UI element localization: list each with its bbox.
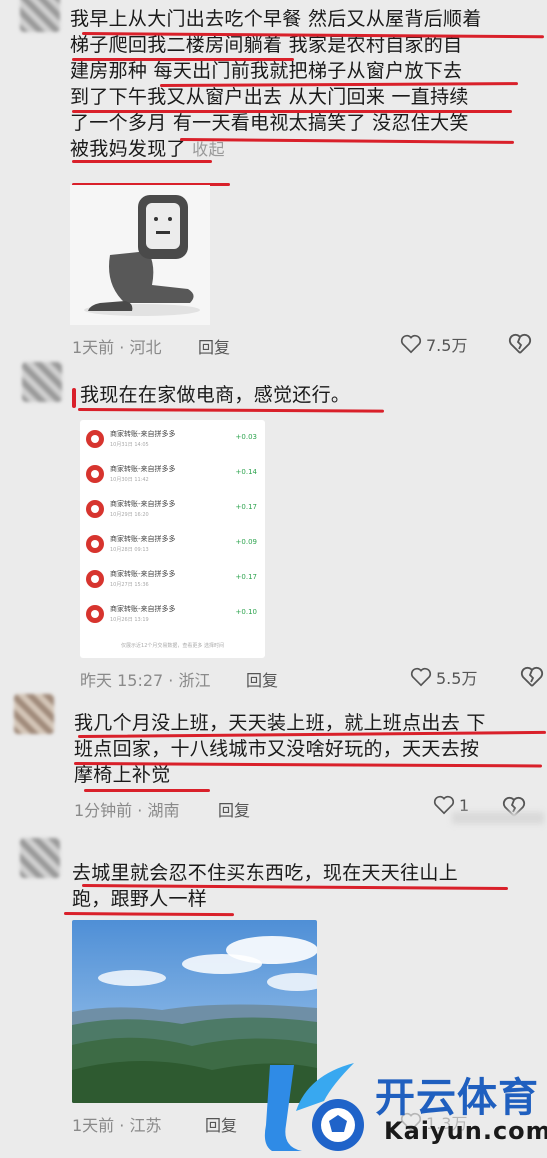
order-date: 10月26日 13:19 — [110, 617, 149, 623]
order-list-footer: 仅展示近12个月交易数据，查看更多 选择时间 — [121, 643, 224, 649]
comment-time: 昨天 15:27 — [80, 671, 164, 690]
order-list-screenshot[interactable]: 商家转账-来自拼多多 10月31日 14:05 +0.03 商家转账-来自拼多多… — [80, 420, 265, 658]
order-row: 商家转账-来自拼多多 10月27日 15:36 +0.17 — [80, 564, 265, 594]
heart-icon — [400, 334, 422, 354]
reply-button[interactable]: 回复 — [198, 334, 230, 358]
order-date: 10月29日 16:20 — [110, 512, 149, 518]
comment-line: 到了下午我又从窗户出去 从大门回来 一直持续 — [70, 86, 469, 108]
comment-location: 江苏 — [129, 1116, 162, 1135]
like-count: 7.5万 — [426, 336, 468, 355]
comment-meta: 1天前 · 江苏 — [72, 1112, 161, 1136]
comment-location: 浙江 — [178, 671, 211, 690]
red-underline — [77, 408, 385, 413]
red-underline — [72, 110, 512, 113]
like-button[interactable]: 7.5万 — [400, 332, 467, 356]
brand-domain: Kaiyun.com — [384, 1117, 547, 1145]
like-button[interactable]: 5.5万 — [410, 665, 477, 689]
order-amount: +0.10 — [235, 608, 257, 616]
red-underline — [84, 789, 210, 792]
comment-location: 河北 — [129, 338, 162, 357]
order-amount: +0.17 — [235, 573, 257, 581]
avatar[interactable] — [22, 362, 62, 402]
brand-logo — [264, 1063, 364, 1151]
order-name: 商家转账-来自拼多多 — [110, 605, 176, 613]
shop-icon — [86, 535, 104, 553]
shop-icon — [86, 430, 104, 448]
comment-text: 我几个月没上班，天天装上班，就上班点出去 下 班点回家，十八线城市又没啥好玩的，… — [74, 710, 486, 788]
broken-heart-icon[interactable] — [508, 333, 532, 355]
shop-icon — [86, 465, 104, 483]
comment-time: 1天前 — [72, 338, 115, 357]
order-row: 商家转账-来自拼多多 10月30日 11:42 +0.14 — [80, 459, 265, 489]
meta-separator: · — [168, 671, 174, 690]
comment-line: 去城里就会忍不住买东西吃，现在天天往山上 — [72, 862, 459, 884]
collapse-link[interactable]: 收起 — [192, 140, 225, 159]
broken-heart-icon[interactable] — [520, 666, 544, 688]
order-date: 10月31日 14:05 — [110, 442, 149, 448]
order-date: 10月28日 09:13 — [110, 547, 149, 553]
order-date: 10月27日 15:36 — [110, 582, 149, 588]
comment-time: 1分钟前 — [74, 801, 133, 820]
avatar[interactable] — [14, 694, 54, 734]
comment-line: 建房那种 每天出门前我就把梯子从窗户放下去 — [70, 60, 463, 82]
order-name: 商家转账-来自拼多多 — [110, 535, 176, 543]
comment-line: 跑，跟野人一样 — [72, 888, 208, 910]
avatar[interactable] — [20, 838, 60, 878]
meta-separator: · — [119, 1116, 125, 1135]
brand-watermark: 开云体育 Kaiyun.com — [262, 1055, 547, 1158]
comment-meta: 1分钟前 · 湖南 — [74, 797, 179, 821]
shop-icon — [86, 500, 104, 518]
reply-button[interactable]: 回复 — [246, 667, 278, 691]
shop-icon — [86, 605, 104, 623]
order-amount: +0.03 — [235, 433, 257, 441]
comment-location: 湖南 — [147, 801, 180, 820]
comment-line: 我现在在家做电商，感觉还行。 — [80, 384, 351, 406]
blurred-overlay — [452, 812, 544, 824]
reply-button[interactable]: 回复 — [218, 797, 250, 821]
brand-name: 开云体育 — [375, 1075, 539, 1121]
like-count: 5.5万 — [436, 669, 478, 688]
order-amount: +0.14 — [235, 468, 257, 476]
order-row: 商家转账-来自拼多多 10月29日 16:20 +0.17 — [80, 494, 265, 524]
comment-line: 班点回家，十八线城市又没啥好玩的，天天去按 — [74, 738, 480, 760]
meta-separator: · — [119, 338, 125, 357]
red-underline — [72, 160, 212, 163]
order-date: 10月30日 11:42 — [110, 477, 149, 483]
comment-line: 被我妈发现了 — [70, 138, 186, 160]
order-name: 商家转账-来自拼多多 — [110, 500, 176, 508]
order-amount: +0.09 — [235, 538, 257, 546]
order-name: 商家转账-来自拼多多 — [110, 570, 176, 578]
shop-icon — [86, 570, 104, 588]
comment-line: 我早上从大门出去吃个早餐 然后又从屋背后顺着 — [70, 8, 482, 30]
order-row: 商家转账-来自拼多多 10月28日 09:13 +0.09 — [80, 529, 265, 559]
red-underline — [72, 58, 294, 61]
sticker-image[interactable] — [70, 185, 210, 325]
order-name: 商家转账-来自拼多多 — [110, 430, 176, 438]
comment-text: 我现在在家做电商，感觉还行。 — [80, 382, 350, 408]
order-row: 商家转账-来自拼多多 10月26日 13:19 +0.10 — [80, 599, 265, 629]
comment-line: 了一个多月 有一天看电视太搞笑了 没忍住大笑 — [70, 112, 469, 134]
meta-separator: · — [137, 801, 143, 820]
red-underline — [72, 388, 76, 408]
comment-time: 1天前 — [72, 1116, 115, 1135]
comment-meta: 昨天 15:27 · 浙江 — [80, 667, 211, 691]
order-name: 商家转账-来自拼多多 — [110, 465, 176, 473]
order-amount: +0.17 — [235, 503, 257, 511]
reply-button[interactable]: 回复 — [205, 1112, 237, 1136]
red-underline — [63, 912, 235, 917]
order-row: 商家转账-来自拼多多 10月31日 14:05 +0.03 — [80, 424, 265, 454]
comment-meta: 1天前 · 河北 — [72, 334, 161, 358]
heart-icon — [410, 667, 432, 687]
avatar[interactable] — [20, 0, 60, 32]
